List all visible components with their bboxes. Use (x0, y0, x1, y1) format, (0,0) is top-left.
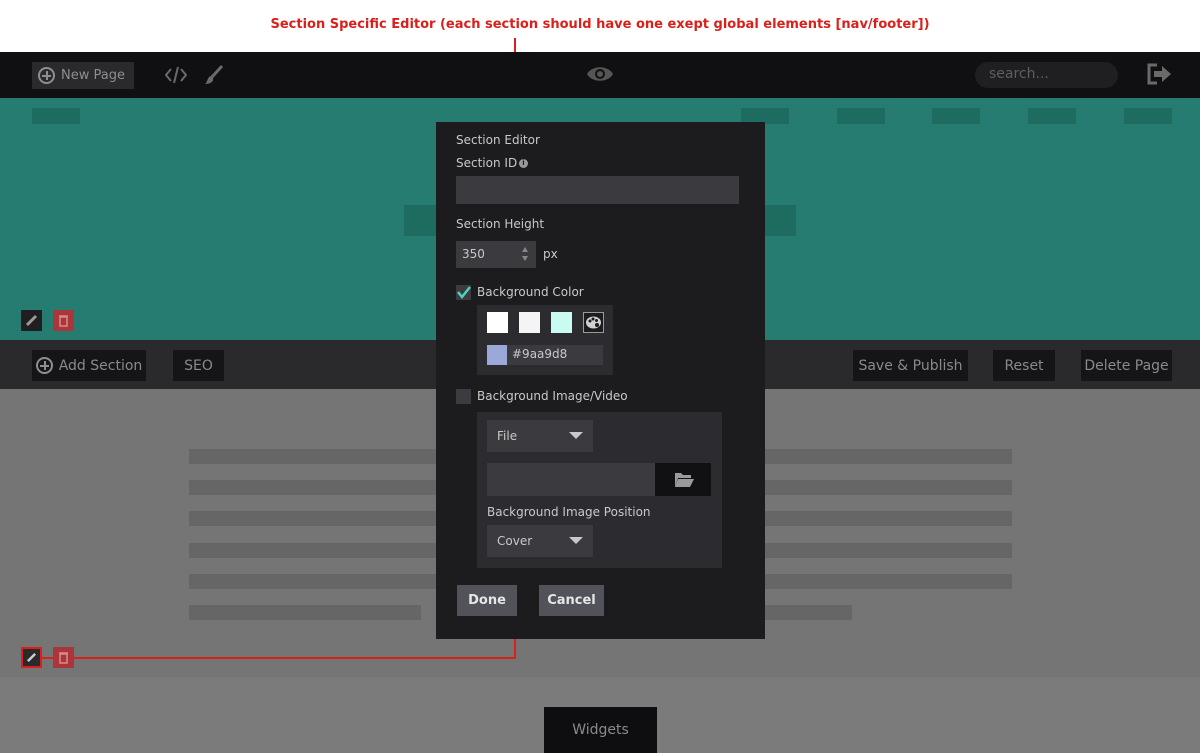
hero-nav-placeholder (932, 108, 980, 124)
add-circle-icon (35, 357, 53, 374)
background-image-label: Background Image/Video (477, 389, 628, 403)
code-icon[interactable] (164, 65, 188, 85)
text-line-placeholder (189, 605, 421, 620)
chevron-down-icon (569, 537, 583, 544)
custom-color-hex-input[interactable]: #9aa9d8 (507, 345, 603, 365)
color-swatch-white[interactable] (487, 312, 508, 333)
annotation-text: Section Specific Editor (each section sh… (270, 17, 930, 32)
section-editor-title: Section Editor (456, 133, 540, 147)
delete-page-button[interactable]: Delete Page (1081, 350, 1172, 381)
browse-folder-button[interactable] (655, 463, 711, 496)
number-spinner-icon[interactable] (520, 244, 530, 264)
section-id-label: Section ID (456, 156, 518, 170)
source-type-value: File (497, 429, 518, 443)
section-height-label: Section Height (456, 217, 545, 231)
add-section-label: Add Section (58, 357, 143, 374)
logout-icon[interactable] (1146, 63, 1172, 85)
chevron-down-icon (569, 432, 583, 439)
add-circle-icon (38, 67, 55, 84)
new-page-button[interactable]: New Page (32, 62, 134, 89)
hero-logo-placeholder (32, 108, 80, 124)
pencil-icon (25, 314, 38, 327)
image-position-label: Background Image Position (487, 505, 651, 519)
text-line-placeholder (765, 605, 852, 620)
delete-section-button[interactable] (53, 647, 74, 668)
edit-section-button[interactable] (21, 310, 42, 331)
trash-icon (59, 315, 68, 327)
checkmark-icon (457, 286, 471, 300)
background-color-checkbox[interactable] (456, 285, 471, 300)
file-path-input[interactable] (487, 463, 655, 496)
section-height-value: 350 (462, 247, 485, 261)
save-publish-button[interactable]: Save & Publish (853, 350, 968, 381)
section-height-unit: px (543, 247, 558, 261)
edit-section-button[interactable] (21, 647, 42, 668)
info-icon[interactable]: i (519, 159, 528, 168)
image-position-select[interactable]: Cover (487, 525, 593, 557)
search-input[interactable]: search... (975, 62, 1118, 88)
done-button[interactable]: Done (457, 585, 517, 616)
color-swatch-mint[interactable] (551, 312, 572, 333)
folder-open-icon (675, 473, 694, 487)
delete-section-button[interactable] (53, 310, 74, 331)
section-id-input[interactable] (456, 176, 739, 204)
hero-nav-placeholder (1028, 108, 1076, 124)
background-image-checkbox[interactable] (456, 389, 471, 404)
hero-nav-placeholder (837, 108, 885, 124)
palette-icon[interactable] (583, 312, 604, 333)
add-section-button[interactable]: Add Section (32, 350, 146, 381)
reset-button[interactable]: Reset (993, 350, 1055, 381)
image-position-value: Cover (497, 534, 533, 548)
brush-icon[interactable] (204, 64, 224, 86)
custom-color-swatch[interactable] (487, 345, 507, 365)
cancel-button[interactable]: Cancel (539, 585, 604, 616)
hero-nav-placeholder (1124, 108, 1172, 124)
widgets-button[interactable]: Widgets (544, 707, 657, 753)
seo-button[interactable]: SEO (173, 350, 224, 381)
trash-icon (59, 652, 68, 664)
eye-icon[interactable] (586, 64, 614, 84)
annotation-connector (42, 657, 516, 659)
new-page-label: New Page (61, 68, 125, 83)
source-type-select[interactable]: File (487, 420, 593, 452)
background-color-label: Background Color (477, 285, 584, 299)
color-swatch-light-gray[interactable] (519, 312, 540, 333)
pencil-icon (26, 652, 37, 663)
